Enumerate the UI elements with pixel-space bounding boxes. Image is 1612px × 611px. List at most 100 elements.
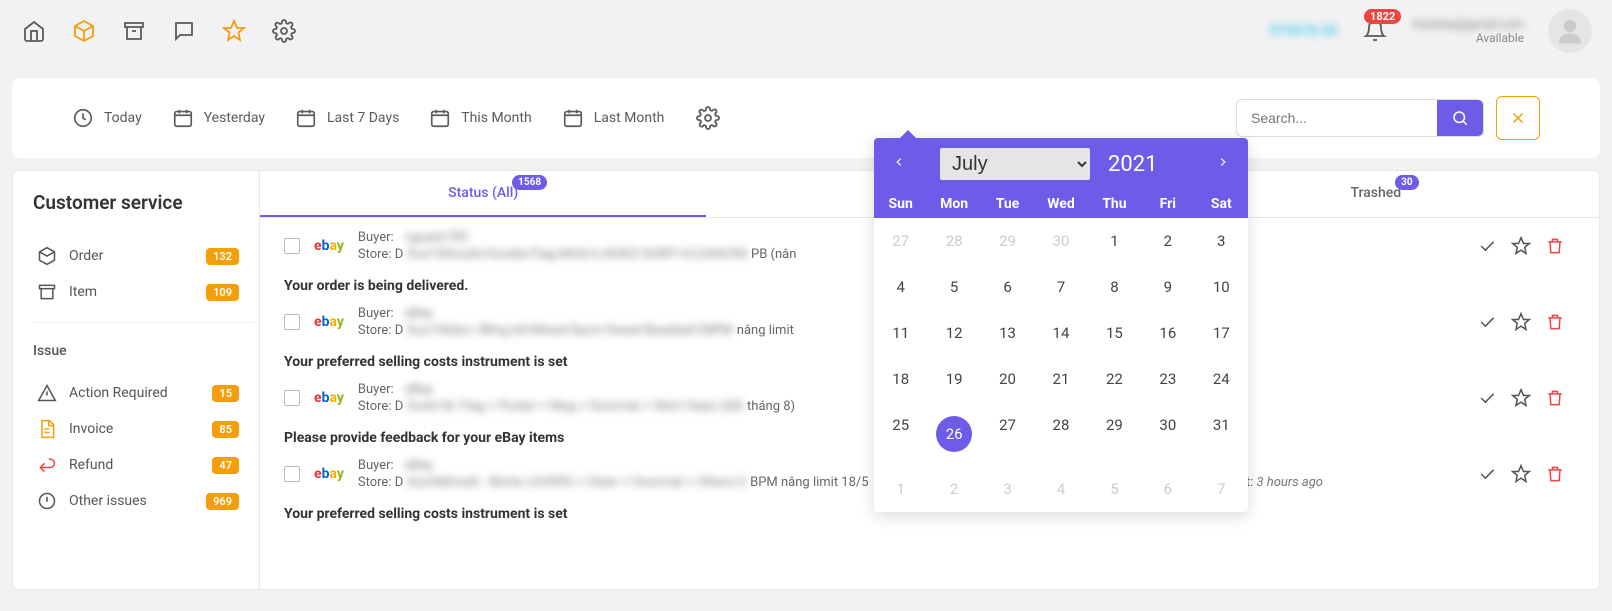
message-checkbox[interactable] (284, 466, 300, 482)
search-input[interactable] (1237, 100, 1437, 136)
check-icon[interactable] (1477, 388, 1497, 408)
calendar-day[interactable]: 26 (927, 402, 980, 466)
user-status: Available (1476, 31, 1524, 45)
status-count-badge: 1568 (512, 175, 547, 190)
calendar-day[interactable]: 1 (874, 466, 927, 512)
message-checkbox[interactable] (284, 314, 300, 330)
calendar-day[interactable]: 20 (981, 356, 1034, 402)
calendar-day[interactable]: 6 (981, 264, 1034, 310)
gear-icon[interactable] (270, 17, 298, 45)
calendar-day[interactable]: 10 (1195, 264, 1248, 310)
notification-count: 1822 (1364, 9, 1401, 24)
topbar: $74476.50 1822 iluxebay@gmail.com Availa… (0, 0, 1612, 62)
tab-status[interactable]: Status (All)1568 (260, 171, 706, 217)
calendar-day[interactable]: 30 (1141, 402, 1194, 466)
order-count-badge: 132 (206, 248, 239, 265)
calendar-day[interactable]: 22 (1088, 356, 1141, 402)
calendar-day[interactable]: 23 (1141, 356, 1194, 402)
star-icon[interactable] (1511, 464, 1531, 484)
calendar-day[interactable]: 16 (1141, 310, 1194, 356)
calendar-day[interactable]: 28 (1034, 402, 1087, 466)
trash-icon[interactable] (1545, 388, 1565, 408)
calendar-day[interactable]: 15 (1088, 310, 1141, 356)
calendar-day[interactable]: 17 (1195, 310, 1248, 356)
ebay-logo: ebay (314, 314, 344, 330)
star-icon[interactable] (220, 17, 248, 45)
filter-last7[interactable]: Last 7 Days (295, 107, 399, 129)
trash-icon[interactable] (1545, 236, 1565, 256)
calendar-day[interactable]: 18 (874, 356, 927, 402)
calendar-day[interactable]: 9 (1141, 264, 1194, 310)
search-button[interactable] (1437, 100, 1483, 136)
filter-today[interactable]: Today (72, 107, 142, 129)
trash-icon[interactable] (1545, 464, 1565, 484)
calendar-month-select[interactable]: July (940, 148, 1090, 180)
calendar-prev[interactable] (888, 151, 910, 177)
calendar-day[interactable]: 3 (1195, 218, 1248, 264)
calendar-day[interactable]: 4 (1034, 466, 1087, 512)
filter-yesterday[interactable]: Yesterday (172, 107, 265, 129)
calendar-day[interactable]: 1 (1088, 218, 1141, 264)
message-actions (1477, 236, 1565, 256)
calendar-day[interactable]: 25 (874, 402, 927, 466)
calendar-day[interactable]: 29 (1088, 402, 1141, 466)
clear-button[interactable] (1496, 96, 1540, 140)
calendar-day[interactable]: 6 (1141, 466, 1194, 512)
filter-this-month[interactable]: This Month (429, 107, 531, 129)
calendar-day[interactable]: 24 (1195, 356, 1248, 402)
calendar-day[interactable]: 12 (927, 310, 980, 356)
sidebar-item-order[interactable]: Order 132 (33, 238, 255, 274)
trash-icon[interactable] (1545, 312, 1565, 332)
filter-last-month[interactable]: Last Month (562, 107, 665, 129)
calendar-day[interactable]: 13 (981, 310, 1034, 356)
home-icon[interactable] (20, 17, 48, 45)
calendar-dow: Sat (1195, 196, 1248, 212)
calendar-day[interactable]: 4 (874, 264, 927, 310)
sidebar-item-item[interactable]: Item 109 (33, 274, 255, 310)
calendar-day[interactable]: 31 (1195, 402, 1248, 466)
message-checkbox[interactable] (284, 390, 300, 406)
avatar[interactable] (1548, 9, 1592, 53)
calendar-day[interactable]: 5 (927, 264, 980, 310)
sidebar-item-refund[interactable]: Refund 47 (33, 447, 255, 483)
star-icon[interactable] (1511, 236, 1531, 256)
calendar-day[interactable]: 27 (874, 218, 927, 264)
box-icon[interactable] (70, 17, 98, 45)
calendar-day[interactable]: 7 (1195, 466, 1248, 512)
message-checkbox[interactable] (284, 238, 300, 254)
filter-settings-icon[interactable] (694, 104, 722, 132)
calendar-day[interactable]: 19 (927, 356, 980, 402)
filter-right (1236, 96, 1540, 140)
calendar-day[interactable]: 14 (1034, 310, 1087, 356)
calendar-day[interactable]: 5 (1088, 466, 1141, 512)
calendar-day[interactable]: 3 (981, 466, 1034, 512)
topbar-right: $74476.50 1822 iluxebay@gmail.com Availa… (1269, 9, 1592, 53)
check-icon[interactable] (1477, 312, 1497, 332)
notification-bell[interactable]: 1822 (1361, 17, 1389, 45)
check-icon[interactable] (1477, 464, 1497, 484)
calendar-dow: Sun (874, 196, 927, 212)
calendar-day[interactable]: 28 (927, 218, 980, 264)
star-icon[interactable] (1511, 312, 1531, 332)
archive-icon[interactable] (120, 17, 148, 45)
calendar-day[interactable]: 8 (1088, 264, 1141, 310)
refund-count-badge: 47 (212, 457, 239, 474)
calendar-day[interactable]: 30 (1034, 218, 1087, 264)
check-icon[interactable] (1477, 236, 1497, 256)
calendar-day[interactable]: 2 (927, 466, 980, 512)
sidebar-item-invoice[interactable]: Invoice 85 (33, 411, 255, 447)
calendar-day[interactable]: 21 (1034, 356, 1087, 402)
sidebar-item-action[interactable]: Action Required 15 (33, 375, 255, 411)
calendar-day[interactable]: 27 (981, 402, 1034, 466)
message-actions (1477, 388, 1565, 408)
item-count-badge: 109 (206, 284, 239, 301)
calendar-day[interactable]: 7 (1034, 264, 1087, 310)
calendar-day[interactable]: 2 (1141, 218, 1194, 264)
calendar-day[interactable]: 11 (874, 310, 927, 356)
calendar-dow: Thu (1088, 196, 1141, 212)
calendar-day[interactable]: 29 (981, 218, 1034, 264)
chat-icon[interactable] (170, 17, 198, 45)
star-icon[interactable] (1511, 388, 1531, 408)
sidebar-item-other[interactable]: Other issues 969 (33, 483, 255, 519)
calendar-next[interactable] (1212, 151, 1234, 177)
